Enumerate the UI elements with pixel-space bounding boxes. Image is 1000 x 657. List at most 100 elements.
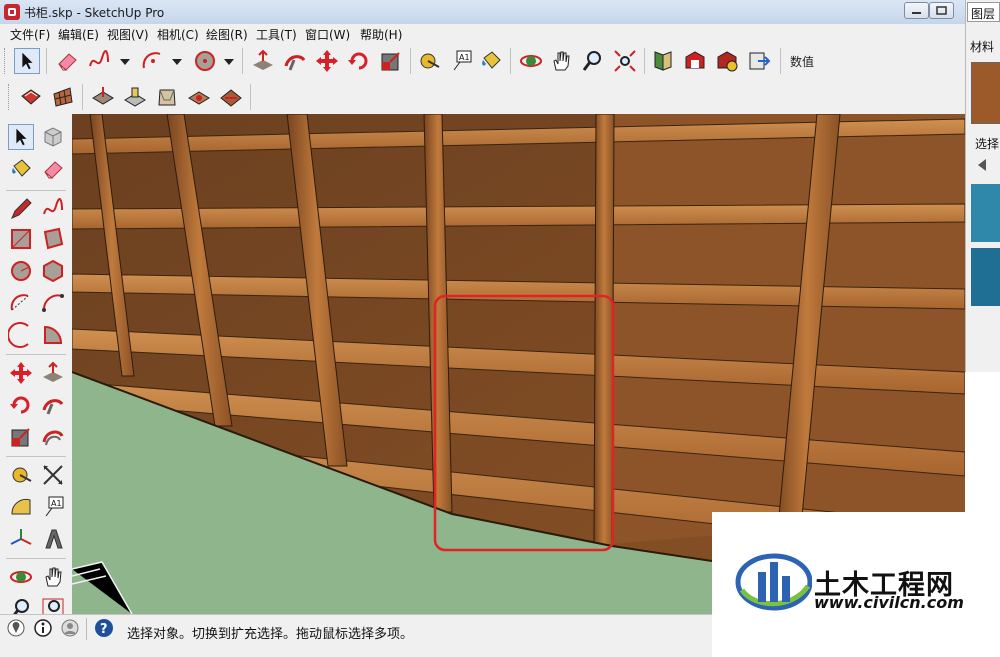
chevron-down-icon[interactable] (222, 56, 236, 66)
toolbar-grip[interactable] (4, 48, 8, 74)
menu-help[interactable]: 帮助(H) (360, 26, 402, 43)
follow-me-icon[interactable] (40, 392, 66, 418)
freehand-icon[interactable] (86, 48, 112, 74)
tape-measure-icon[interactable] (8, 462, 34, 488)
text-icon[interactable]: A1 (40, 494, 66, 520)
water-swatch[interactable] (971, 184, 1000, 242)
user-icon[interactable] (60, 618, 80, 638)
component-icon[interactable] (40, 124, 66, 150)
scale-icon[interactable] (8, 424, 34, 450)
toolbar-separator (780, 48, 781, 74)
zoom-extents-icon[interactable] (612, 48, 638, 74)
sandbox-icon[interactable] (90, 84, 116, 110)
eraser-icon[interactable] (54, 48, 80, 74)
polygon-icon[interactable] (40, 258, 66, 284)
tray-header: 图层 (967, 2, 1000, 22)
flip-edge-icon[interactable] (218, 84, 244, 110)
tape-measure-icon[interactable] (416, 48, 442, 74)
materials-tab-row: 材料 (967, 38, 1000, 56)
select-label[interactable]: 选择 (975, 135, 999, 152)
toolbar-grip[interactable] (8, 84, 12, 110)
toolbar-separator (82, 84, 83, 110)
offset-icon[interactable] (40, 424, 66, 450)
menu-file[interactable]: 文件(F) (10, 26, 50, 43)
pan-icon[interactable] (548, 48, 574, 74)
move-icon[interactable] (8, 360, 34, 386)
warehouse-icon[interactable] (682, 48, 708, 74)
toolbar-separator (410, 48, 411, 74)
toolbar-separator (510, 48, 511, 74)
move-icon[interactable] (314, 48, 340, 74)
push-pull-icon[interactable] (40, 360, 66, 386)
pie-icon[interactable] (40, 322, 66, 348)
default-tray: 图层 材料 选择 (965, 0, 1000, 372)
rectangle-icon[interactable] (8, 226, 34, 252)
axes-icon[interactable] (8, 526, 34, 552)
rotated-rectangle-icon[interactable] (40, 226, 66, 252)
chevron-down-icon[interactable] (118, 56, 132, 66)
two-point-arc-icon[interactable] (40, 290, 66, 316)
toolbar-separator (6, 354, 66, 355)
arc-icon[interactable] (8, 290, 34, 316)
status-message: 选择对象。切换到扩充选择。拖动鼠标选择多项。 (127, 627, 414, 642)
eraser-icon[interactable] (40, 156, 66, 182)
civilcn-logo-icon (735, 553, 812, 611)
zoom-icon[interactable] (580, 48, 606, 74)
circle-icon[interactable] (192, 48, 218, 74)
arc-icon[interactable] (140, 48, 166, 74)
chevron-down-icon[interactable] (170, 56, 184, 66)
rotate-icon[interactable] (346, 48, 372, 74)
title-bar: 书柜.skp - SketchUp Pro (0, 0, 965, 24)
add-detail-icon[interactable] (186, 84, 212, 110)
pan-icon[interactable] (40, 564, 66, 590)
menu-edit[interactable]: 编辑(E) (58, 26, 99, 43)
paint-bucket-icon[interactable] (478, 48, 504, 74)
freehand-icon[interactable] (40, 196, 66, 222)
rotate-icon[interactable] (8, 392, 34, 418)
material-preview (971, 62, 1000, 124)
minimize-icon[interactable] (904, 2, 929, 19)
layers-tab[interactable]: 图层 (971, 5, 995, 22)
pencil-icon[interactable] (8, 196, 34, 222)
back-arrow-icon[interactable] (974, 157, 990, 173)
export-icon[interactable] (746, 48, 772, 74)
section-icon[interactable] (18, 84, 44, 110)
menu-window[interactable]: 窗口(W) (305, 26, 350, 43)
stamp-icon[interactable] (122, 84, 148, 110)
large-tool-set: A1 (0, 114, 73, 614)
circle-icon[interactable] (8, 258, 34, 284)
grid-icon[interactable] (50, 84, 76, 110)
menu-camera[interactable]: 相机(C) (157, 26, 199, 43)
extension-icon[interactable] (714, 48, 740, 74)
toolbar-separator (6, 558, 66, 559)
maximize-icon[interactable] (929, 2, 954, 19)
toolbar-separator (6, 190, 66, 191)
geo-location-icon[interactable] (6, 618, 26, 638)
zoom-window-icon[interactable] (40, 596, 66, 614)
menu-draw[interactable]: 绘图(R) (206, 26, 248, 43)
protractor-icon[interactable] (8, 494, 34, 520)
status-bar: ? 选择对象。切换到扩充选择。拖动鼠标选择多项。 (0, 614, 712, 657)
orbit-icon[interactable] (8, 564, 34, 590)
select-icon[interactable] (8, 124, 34, 150)
credits-icon[interactable] (33, 618, 53, 638)
status-separator (86, 618, 87, 640)
dimension-icon[interactable] (40, 462, 66, 488)
paint-bucket-icon[interactable] (8, 156, 34, 182)
select-icon[interactable] (14, 48, 40, 74)
3d-text-icon[interactable] (40, 526, 66, 552)
materials-tab[interactable]: 材料 (970, 38, 994, 55)
zoom-icon[interactable] (8, 596, 34, 614)
orbit-icon[interactable] (518, 48, 544, 74)
text-icon[interactable]: A1 (448, 48, 474, 74)
three-point-arc-icon[interactable] (7, 322, 34, 348)
component-icon[interactable] (650, 48, 676, 74)
drape-icon[interactable] (154, 84, 180, 110)
scale-icon[interactable] (378, 48, 404, 74)
push-pull-icon[interactable] (250, 48, 276, 74)
menu-view[interactable]: 视图(V) (107, 26, 149, 43)
follow-me-icon[interactable] (282, 48, 308, 74)
help-icon[interactable]: ? (94, 618, 114, 638)
water-swatch[interactable] (971, 248, 1000, 306)
menu-tools[interactable]: 工具(T) (256, 26, 297, 43)
